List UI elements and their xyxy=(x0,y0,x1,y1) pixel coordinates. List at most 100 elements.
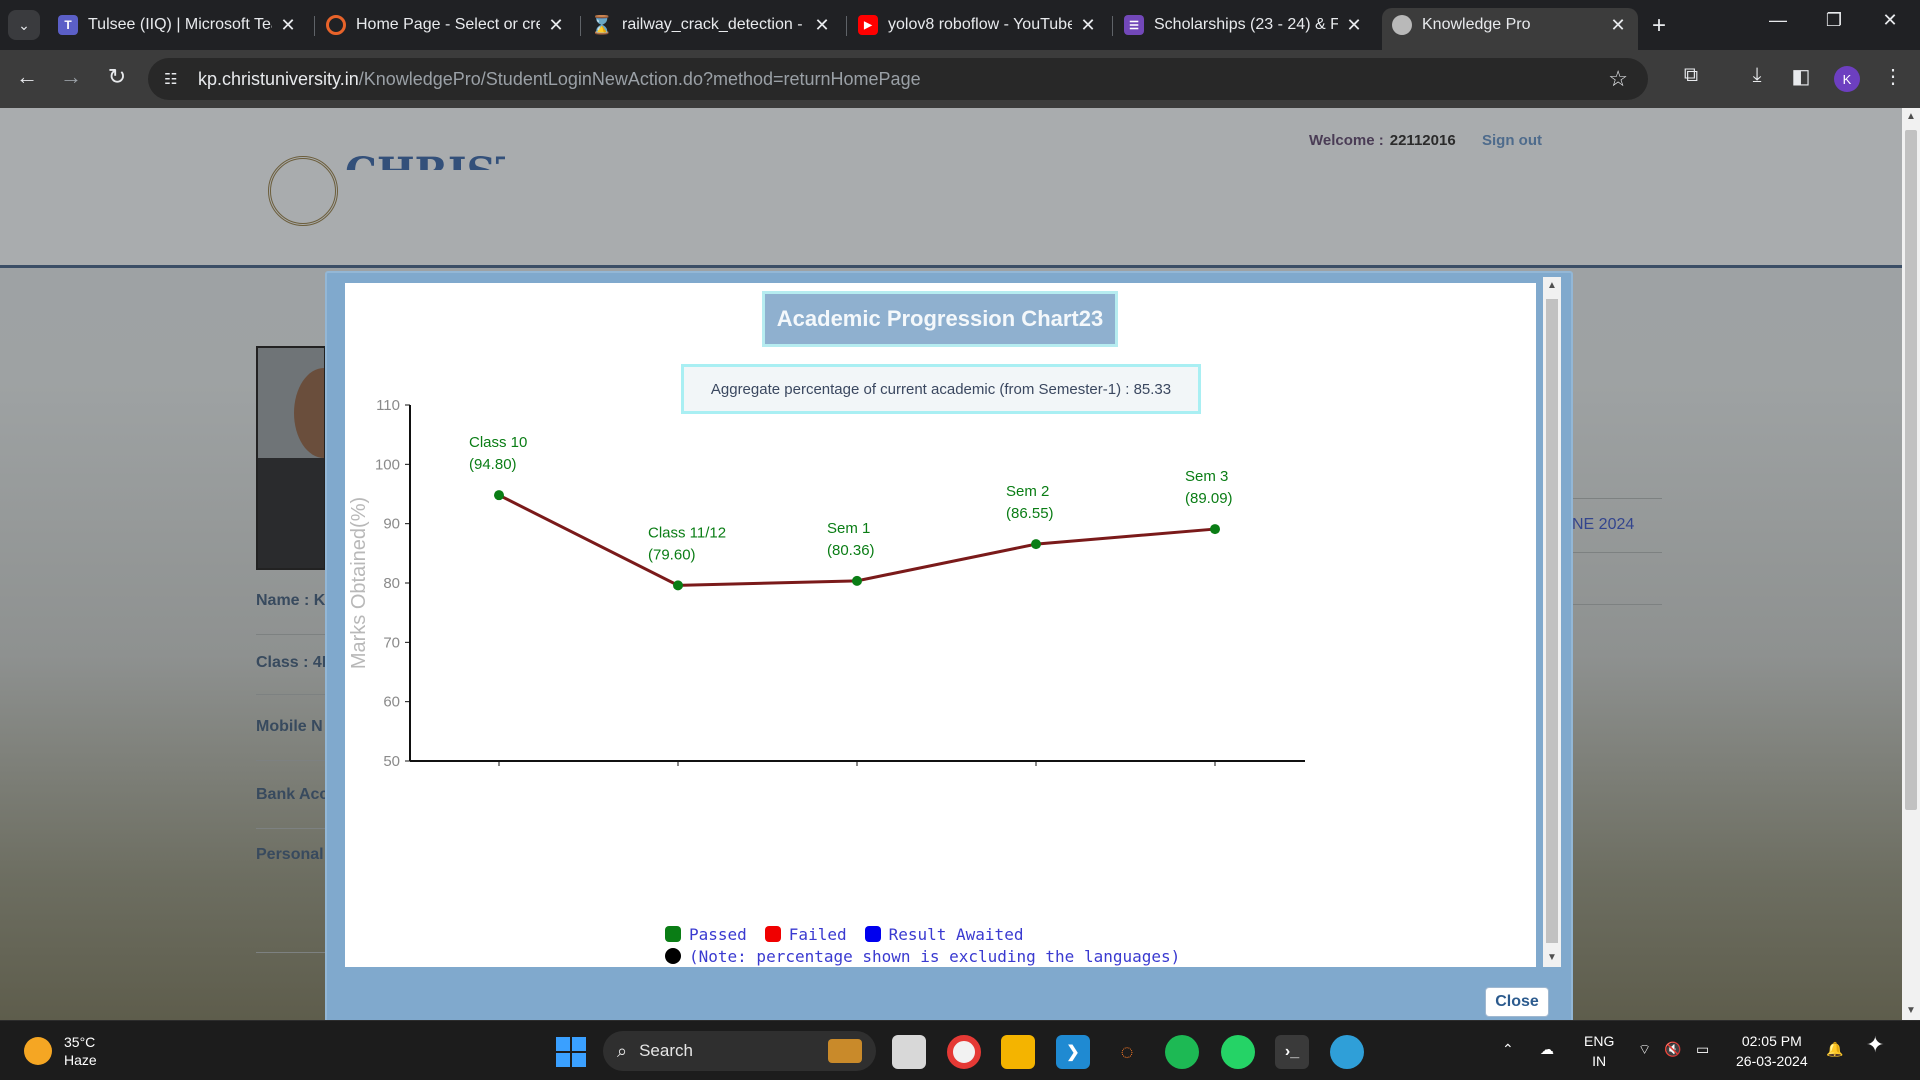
windows-start-icon[interactable] xyxy=(556,1037,586,1067)
divider xyxy=(1572,552,1662,553)
close-icon[interactable]: ✕ xyxy=(812,15,832,36)
address-bar[interactable]: ☷ kp.christuniversity.in/KnowledgePro/St… xyxy=(148,58,1648,100)
reload-icon[interactable]: ↻ xyxy=(102,64,132,90)
close-icon[interactable]: ✕ xyxy=(1344,15,1364,36)
windows-taskbar: 35°C Haze ⌕ Search ❯ ◌ ›_ ⌃ ☁ ENG IN ⌔ 🔇… xyxy=(0,1020,1920,1080)
close-button[interactable]: Close xyxy=(1485,987,1549,1017)
tab-knowledge-pro[interactable]: Knowledge Pro ✕ xyxy=(1382,8,1638,50)
close-icon[interactable]: ✕ xyxy=(546,15,566,36)
tab-title: railway_crack_detection - Jupyter xyxy=(622,16,806,33)
university-logo-text: CHRIST xyxy=(345,150,505,170)
clock-date: 26-03-2024 xyxy=(1736,1053,1808,1069)
scroll-thumb[interactable] xyxy=(1546,299,1558,943)
file-explorer-icon[interactable] xyxy=(1001,1035,1035,1069)
menu-icon[interactable]: ⋮ xyxy=(1878,64,1908,89)
chrome-icon[interactable] xyxy=(947,1035,981,1069)
close-icon[interactable]: ✕ xyxy=(278,15,298,36)
photo-head xyxy=(294,368,324,458)
volume-muted-icon[interactable]: 🔇 xyxy=(1664,1039,1681,1059)
profile-avatar[interactable]: K xyxy=(1834,66,1860,92)
data-label-category: Class 10 xyxy=(469,434,527,451)
scroll-down-icon[interactable]: ▼ xyxy=(1902,1002,1920,1020)
tab-title: Tulsee (IIQ) | Microsoft Teams xyxy=(88,16,272,33)
scroll-down-icon[interactable]: ▼ xyxy=(1543,949,1561,967)
browser-tab-strip: ⌄ T Tulsee (IIQ) | Microsoft Teams ✕ Hom… xyxy=(0,0,1920,50)
new-tab-button[interactable]: + xyxy=(1652,12,1666,40)
data-label-value: (79.60) xyxy=(648,546,696,563)
taskbar-search[interactable]: ⌕ Search xyxy=(603,1031,876,1071)
task-view-icon[interactable] xyxy=(892,1035,926,1069)
sign-out-link[interactable]: Sign out xyxy=(1482,132,1542,149)
url-text: kp.christuniversity.in/KnowledgePro/Stud… xyxy=(198,68,921,89)
jupyter-icon[interactable]: ◌ xyxy=(1110,1035,1144,1069)
close-icon[interactable]: ✕ xyxy=(1078,15,1098,36)
site-info-icon[interactable]: ☷ xyxy=(164,70,184,88)
notification-bell-icon[interactable]: 🔔 xyxy=(1826,1039,1843,1059)
chart-panel: Academic Progression Chart23 Aggregate p… xyxy=(345,283,1536,967)
battery-icon[interactable]: ▭ xyxy=(1696,1039,1709,1059)
terminal-icon[interactable]: ›_ xyxy=(1275,1035,1309,1069)
chart-legend: Passed Failed Result Awaited (Note: perc… xyxy=(665,923,1180,967)
onedrive-icon[interactable]: ☁ xyxy=(1540,1039,1554,1059)
tab-search-menu-button[interactable]: ⌄ xyxy=(8,10,40,40)
hourglass-icon: ⌛ xyxy=(590,14,614,35)
data-point xyxy=(852,575,862,586)
tab-title: Knowledge Pro xyxy=(1422,16,1531,33)
photo-body xyxy=(258,458,324,568)
restore-icon[interactable]: ❐ xyxy=(1814,10,1854,31)
weather-text: 35°C Haze xyxy=(64,1033,97,1069)
clock[interactable]: 02:05 PM 26-03-2024 xyxy=(1736,1031,1808,1071)
notice-link[interactable]: NE 2024 xyxy=(1572,516,1634,534)
copilot-icon[interactable]: ✦ xyxy=(1866,1034,1884,1056)
y-tick-label: 110 xyxy=(376,397,400,414)
data-point xyxy=(1031,539,1041,550)
whatsapp-icon[interactable] xyxy=(1221,1035,1255,1069)
close-window-icon[interactable]: ✕ xyxy=(1870,10,1910,31)
data-label-value: (94.80) xyxy=(469,456,517,473)
download-icon[interactable]: ⤓ xyxy=(1742,64,1772,87)
profile-bank-label: Bank Acc xyxy=(256,786,329,803)
data-label-category: Sem 1 xyxy=(827,520,870,537)
data-point xyxy=(494,490,504,501)
legend-label: Failed xyxy=(788,924,847,944)
language-code: ENG xyxy=(1584,1033,1615,1049)
language-indicator[interactable]: ENG IN xyxy=(1584,1031,1614,1071)
edge-icon[interactable] xyxy=(1330,1035,1364,1069)
temperature: 35°C xyxy=(64,1034,96,1050)
close-icon[interactable]: ✕ xyxy=(1608,15,1628,36)
wifi-icon[interactable]: ⌔ xyxy=(1638,1039,1651,1059)
student-photo xyxy=(256,346,326,570)
tab-teams[interactable]: T Tulsee (IIQ) | Microsoft Teams ✕ xyxy=(58,8,298,42)
chrome-ring-icon xyxy=(326,15,346,35)
legend-swatch xyxy=(764,926,781,942)
tab-jupyter[interactable]: ⌛ railway_crack_detection - Jupyter ✕ xyxy=(590,8,832,42)
tab-youtube[interactable]: ▶ yolov8 roboflow - YouTube ✕ xyxy=(858,8,1098,42)
data-point xyxy=(673,580,683,591)
legend-label: Passed xyxy=(689,924,747,944)
page-header: Welcome :22112016 Sign out CHRIST xyxy=(0,108,1902,268)
page-scrollbar[interactable]: ▲ ▼ xyxy=(1902,108,1920,1020)
scroll-up-icon[interactable]: ▲ xyxy=(1543,277,1561,295)
scroll-up-icon[interactable]: ▲ xyxy=(1902,108,1920,126)
forward-icon[interactable]: → xyxy=(56,64,86,90)
bookmark-star-icon[interactable]: ☆ xyxy=(1608,66,1628,92)
scroll-thumb[interactable] xyxy=(1905,130,1917,810)
tab-home-page[interactable]: Home Page - Select or create ✕ xyxy=(326,8,566,42)
data-label-category: Class 11/12 xyxy=(648,524,726,541)
minimize-icon[interactable]: — xyxy=(1758,10,1798,31)
vscode-icon[interactable]: ❯ xyxy=(1056,1035,1090,1069)
dialog-scrollbar[interactable]: ▲ ▼ xyxy=(1543,277,1561,967)
side-panel-icon[interactable]: ◧ xyxy=(1786,64,1816,89)
tab-title: yolov8 roboflow - YouTube xyxy=(888,16,1072,33)
show-hidden-icons[interactable]: ⌃ xyxy=(1502,1039,1514,1059)
tab-separator xyxy=(314,16,315,36)
extensions-icon[interactable]: ⧉ xyxy=(1676,64,1706,87)
spotify-icon[interactable] xyxy=(1165,1035,1199,1069)
back-icon[interactable]: ← xyxy=(12,64,42,90)
tab-title: Home Page - Select or create xyxy=(356,16,540,33)
youtube-icon: ▶ xyxy=(858,15,878,35)
weather-widget[interactable]: 35°C Haze xyxy=(24,1033,97,1069)
tab-separator xyxy=(1112,16,1113,36)
tab-scholarships[interactable]: ☰ Scholarships (23 - 24) & Fees ✕ xyxy=(1124,8,1364,42)
weather-condition: Haze xyxy=(64,1052,97,1068)
